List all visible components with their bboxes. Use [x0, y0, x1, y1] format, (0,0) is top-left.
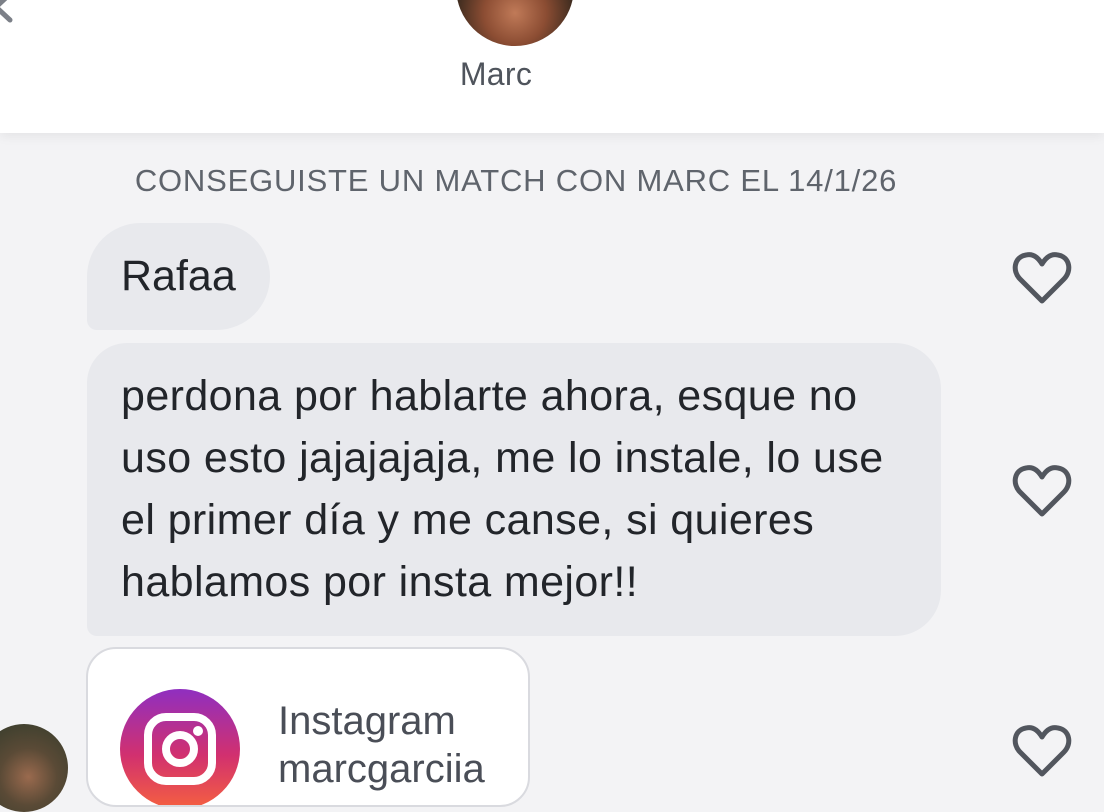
contact-avatar[interactable] [456, 0, 574, 46]
instagram-logo-icon [120, 689, 240, 805]
match-date-banner: CONSEGUISTE UN MATCH CON MARC EL 14/1/26 [134, 163, 898, 198]
card-handle: marcgarciia [278, 747, 485, 791]
message-bubble[interactable]: perdona por hablarte ahora, esque no uso… [87, 343, 941, 636]
heart-icon[interactable] [1012, 462, 1072, 518]
message-bubble[interactable]: Rafaa [87, 223, 270, 330]
heart-icon[interactable] [1012, 722, 1072, 778]
heart-icon[interactable] [1012, 249, 1072, 305]
card-title: Instagram [278, 699, 456, 743]
back-chevron-icon[interactable] [0, 0, 20, 24]
sender-avatar[interactable] [0, 724, 68, 812]
instagram-share-card[interactable]: Instagram marcgarciia [86, 647, 530, 807]
chat-header: Marc [0, 0, 1104, 133]
contact-name[interactable]: Marc [0, 56, 992, 93]
